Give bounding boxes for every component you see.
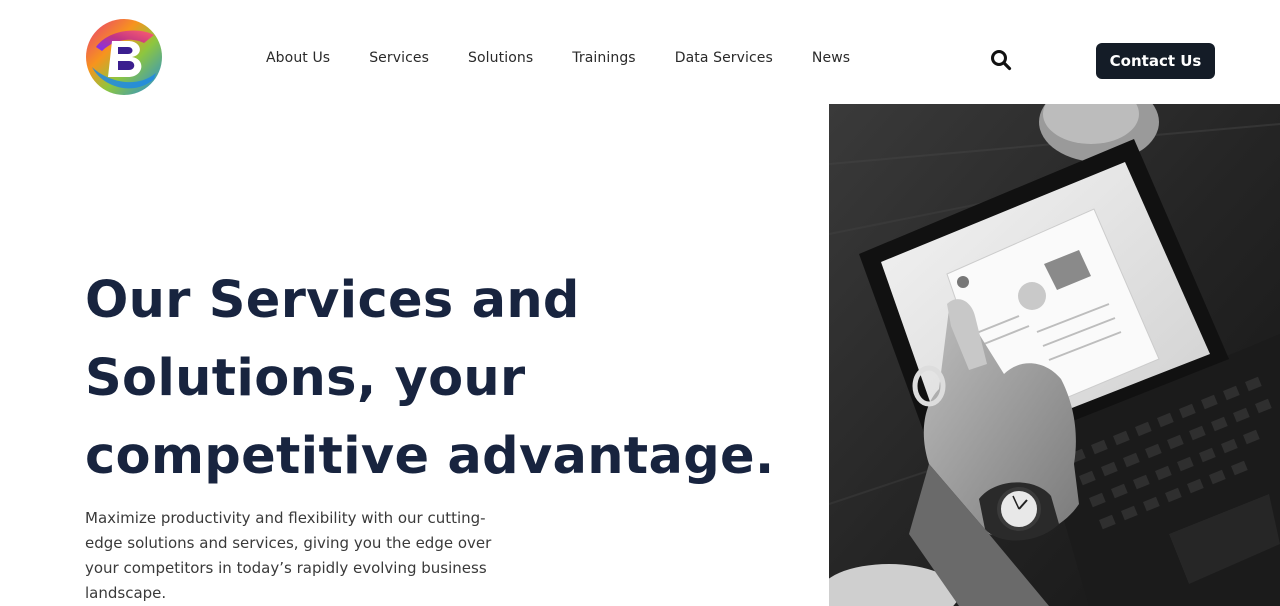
nav-services[interactable]: Services bbox=[369, 50, 429, 66]
search-icon[interactable] bbox=[989, 48, 1013, 72]
nav-data-services[interactable]: Data Services bbox=[675, 50, 773, 66]
hero-title-line: competitive advantage. bbox=[85, 427, 775, 486]
nav-about-us[interactable]: About Us bbox=[266, 50, 330, 66]
contact-us-button[interactable]: Contact Us bbox=[1096, 43, 1215, 79]
site-header: About Us Services Solutions Trainings Da… bbox=[0, 0, 1280, 104]
hero-title: Our Services and Solutions, your competi… bbox=[85, 262, 805, 496]
nav-solutions[interactable]: Solutions bbox=[468, 50, 533, 66]
hero-title-line: Our Services and bbox=[85, 271, 580, 330]
nav-trainings[interactable]: Trainings bbox=[572, 50, 635, 66]
hero-description: Maximize productivity and flexibility wi… bbox=[85, 509, 492, 602]
hero-title-line: Solutions, your bbox=[85, 349, 526, 408]
main-nav: About Us Services Solutions Trainings Da… bbox=[266, 50, 850, 66]
brand-logo-icon[interactable] bbox=[84, 17, 164, 97]
nav-news[interactable]: News bbox=[812, 50, 850, 66]
tablet-photo-image bbox=[829, 104, 1280, 606]
